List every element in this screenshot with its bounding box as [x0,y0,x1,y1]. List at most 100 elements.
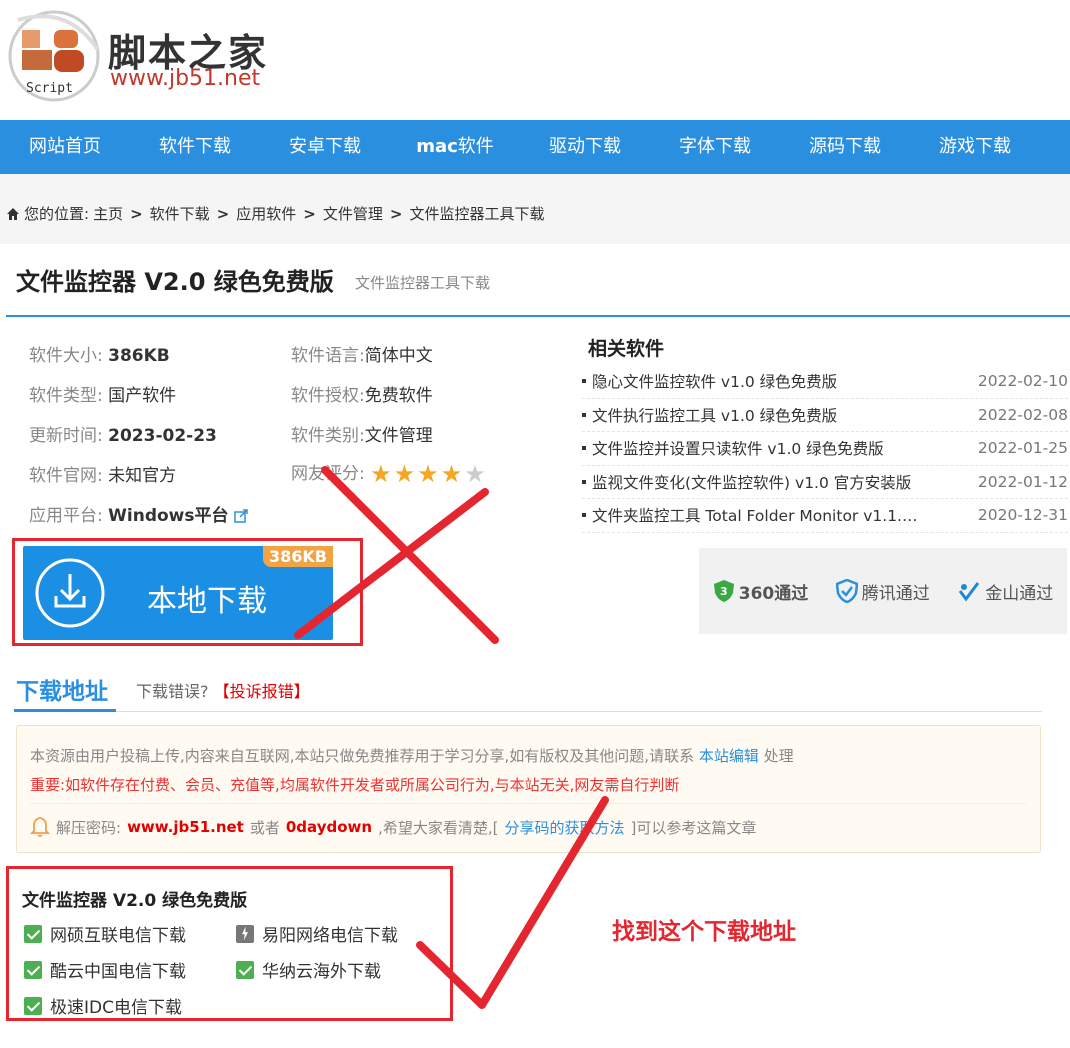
related-item[interactable]: 监视文件变化(文件监控软件) v1.0 官方安装版 2022-01-12 [582,466,1068,499]
svg-text:3: 3 [720,585,728,598]
related-item[interactable]: 文件夹监控工具 Total Folder Monitor v1.1.… 2020-… [582,499,1068,533]
badge-360-label: 360通过 [738,583,809,604]
related-list: 隐心文件监控软件 v1.0 绿色免费版 2022-02-10 文件执行监控工具 v… [582,365,1068,533]
pwd-value-2: 0daydown [285,818,373,836]
nav-font[interactable]: 字体下载 [650,120,780,174]
nav-home[interactable]: 网站首页 [0,120,130,174]
breadcrumb-item-filemgr[interactable]: 文件管理 [323,203,383,224]
mirror-link[interactable]: 易阳网络电信下载 [236,921,398,946]
nav-driver[interactable]: 驱动下载 [520,120,650,174]
info-category: 软件类别:文件管理 [291,421,433,446]
site-url[interactable]: www.jb51.net [110,66,260,91]
related-item-date: 2022-02-08 [977,405,1068,424]
pwd-or: 或者 [249,818,280,837]
mirror-label[interactable]: 极速IDC电信下载 [50,993,182,1018]
info-type-value: 国产软件 [108,386,177,406]
shield-check-icon [835,579,858,603]
related-item-name[interactable]: 文件夹监控工具 Total Folder Monitor v1.1.… [582,504,917,526]
breadcrumb-item-home[interactable]: 主页 [93,203,123,224]
related-item[interactable]: 文件监控并设置只读软件 v1.0 绿色免费版 2022-01-25 [582,432,1068,466]
nav-mac[interactable]: mac软件 [390,120,520,174]
info-type-label: 软件类型: [29,386,103,406]
annotation-box-wrong [12,538,363,646]
breadcrumb: 您的位置: 主页 > 软件下载 > 应用软件 > 文件管理 > 文件监控器工具下… [6,203,544,224]
badge-tencent: 腾讯通过 [835,579,930,604]
related-item-name[interactable]: 文件监控并设置只读软件 v1.0 绿色免费版 [582,437,884,459]
pwd-label: 解压密码: [56,818,122,837]
pwd-value-1: www.jb51.net [127,818,244,836]
info-license-value: 免费软件 [364,386,433,406]
info-size-label: 软件大小: [29,346,103,366]
notice-divider [30,803,1026,804]
mirror-label[interactable]: 华纳云海外下载 [262,957,381,982]
breadcrumb-prefix: 您的位置: [24,205,90,223]
mirror-label[interactable]: 易阳网络电信下载 [262,921,398,946]
related-item-date: 2020-12-31 [977,506,1068,525]
related-item-name[interactable]: 监视文件变化(文件监控软件) v1.0 官方安装版 [582,471,911,493]
tab-download-address[interactable]: 下载地址 [16,672,108,706]
related-item-name[interactable]: 文件执行监控工具 v1.0 绿色免费版 [582,404,837,426]
nav-game[interactable]: 游戏下载 [910,120,1040,174]
main-nav: 网站首页 软件下载 安卓下载 mac软件 驱动下载 字体下载 源码下载 游戏下载 [0,120,1070,174]
home-icon [7,207,19,220]
info-update: 更新时间: 2023-02-23 [29,421,217,446]
notice-copyright-end: 处理 [763,747,794,765]
nav-source[interactable]: 源码下载 [780,120,910,174]
related-item-name[interactable]: 隐心文件监控软件 v1.0 绿色免费版 [582,370,837,392]
notice-copyright: 本资源由用户投稿上传,内容来自互联网,本站只做免费推荐用于学习分享,如有版权及其… [30,745,794,766]
mirror-label[interactable]: 酷云中国电信下载 [50,957,186,982]
mirror-link[interactable]: 网硕互联电信下载 [24,921,186,946]
mirror-link[interactable]: 极速IDC电信下载 [24,993,182,1018]
related-item[interactable]: 隐心文件监控软件 v1.0 绿色免费版 2022-02-10 [582,365,1068,399]
info-update-value: 2023-02-23 [108,426,217,446]
info-official: 软件官网: 未知官方 [29,461,176,486]
star-filled-icon: ★ [440,460,463,488]
info-lang: 软件语言:简体中文 [291,341,433,366]
breadcrumb-sep: > [389,204,403,223]
mirror-link[interactable]: 酷云中国电信下载 [24,957,186,982]
badge-tencent-label: 腾讯通过 [861,583,930,604]
page-title: 文件监控器 V2.0 绿色免费版 [16,268,334,296]
info-platform-value[interactable]: Windows平台 [108,506,228,526]
badge-kingsoft: 金山通过 [957,579,1053,604]
title-divider [6,315,1070,317]
related-item-date: 2022-01-25 [977,439,1068,458]
check-icon [24,960,42,979]
bolt-icon [236,924,254,943]
related-item[interactable]: 文件执行监控工具 v1.0 绿色免费版 2022-02-08 [582,399,1068,432]
info-license-label: 软件授权: [291,386,365,406]
notice-important: 重要:如软件存在付费、会员、充值等,均属软件开发者或所属公司行为,与本站无关,网… [30,776,680,794]
nav-mac-label: 软件 [457,136,494,157]
nav-software[interactable]: 软件下载 [130,120,260,174]
site-logo[interactable]: Script [8,10,100,104]
info-platform: 应用平台: Windows平台 [29,501,248,526]
annotation-text: 找到这个下载地址 [612,919,796,945]
notice-copyright-text: 本资源由用户投稿上传,内容来自互联网,本站只做免费推荐用于学习分享,如有版权及其… [30,747,695,765]
editor-link[interactable]: 本站编辑 [699,747,759,765]
nav-android[interactable]: 安卓下载 [260,120,390,174]
swirl-check-icon [959,582,980,602]
badge-kingsoft-label: 金山通过 [985,583,1054,604]
mirror-link[interactable]: 华纳云海外下载 [236,957,381,982]
info-category-value: 文件管理 [364,426,433,446]
mirror-label[interactable]: 网硕互联电信下载 [50,921,186,946]
info-size: 软件大小: 386KB [29,341,170,366]
info-category-label: 软件类别: [291,426,365,446]
info-license: 软件授权:免费软件 [291,381,433,406]
report-link[interactable]: 【投诉报错】 [214,682,310,701]
rating-stars: ★ ★ ★ ★ ★ [370,462,486,486]
pwd-end: ]可以参考这篇文章 [630,818,757,837]
tab-active-indicator [14,709,116,712]
nav-mac-bold: mac [416,136,458,157]
mirror-list-title: 文件监控器 V2.0 绿色免费版 [22,891,248,911]
breadcrumb-item-apps[interactable]: 应用软件 [236,203,296,224]
check-icon [24,996,42,1015]
breadcrumb-item-software[interactable]: 软件下载 [150,203,210,224]
info-rating: 网友评分: ★ ★ ★ ★ ★ [291,459,486,486]
info-lang-label: 软件语言: [291,346,365,366]
breadcrumb-item-current[interactable]: 文件监控器工具下载 [409,203,544,224]
share-code-link[interactable]: 分享码的获取方法 [504,817,624,838]
tab-divider [14,711,1042,712]
external-link-icon[interactable] [234,509,248,523]
info-type: 软件类型: 国产软件 [29,381,176,406]
